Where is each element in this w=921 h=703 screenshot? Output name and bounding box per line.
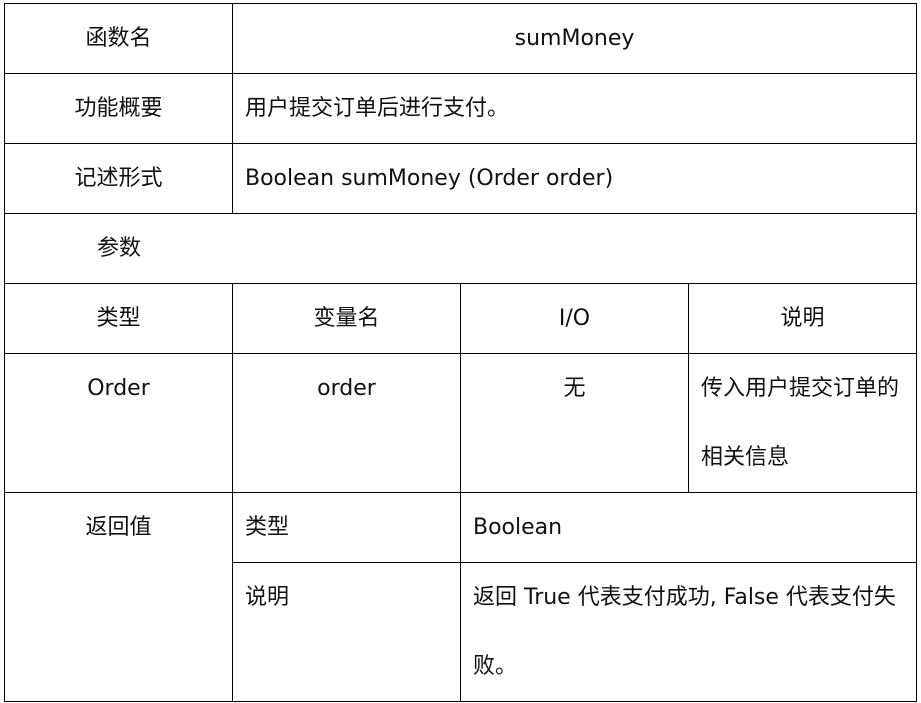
signature-value: Boolean sumMoney (Order order) <box>231 143 918 214</box>
return-type-value: Boolean <box>459 492 918 563</box>
params-header-io: I/O <box>460 283 689 354</box>
params-header-name: 变量名 <box>232 283 461 354</box>
signature-label: 记述形式 <box>4 143 233 214</box>
overview-row: 功能概要 用户提交订单后进行支付。 <box>4 73 918 144</box>
param-io: 无 <box>460 353 689 493</box>
return-type-label: 类型 <box>232 492 461 563</box>
params-section-row: 参数 <box>3 213 918 284</box>
params-header-desc: 说明 <box>687 283 918 354</box>
params-section-label: 参数 <box>3 213 918 284</box>
params-header-row: 类型 变量名 I/O 说明 <box>4 283 918 354</box>
param-type: Order <box>4 353 233 493</box>
return-desc-value: 返回 True 代表支付成功, False 代表支付失败。 <box>459 562 918 702</box>
return-desc-label: 说明 <box>232 562 461 702</box>
function-name-row: 函数名 sumMoney <box>4 3 918 74</box>
function-spec-table: 函数名 sumMoney 功能概要 用户提交订单后进行支付。 记述形式 Bool… <box>3 3 918 702</box>
overview-value: 用户提交订单后进行支付。 <box>231 73 918 144</box>
function-name-label: 函数名 <box>4 3 233 74</box>
param-row: Order order 无 传入用户提交订单的相关信息 <box>4 353 918 493</box>
overview-label: 功能概要 <box>4 73 233 144</box>
function-name-value: sumMoney <box>231 3 918 74</box>
return-type-row: 返回值 类型 Boolean <box>4 492 918 702</box>
signature-row: 记述形式 Boolean sumMoney (Order order) <box>4 143 918 214</box>
params-header-type: 类型 <box>4 283 233 354</box>
return-label: 返回值 <box>4 492 233 702</box>
param-name: order <box>232 353 461 493</box>
param-desc: 传入用户提交订单的相关信息 <box>687 353 918 493</box>
